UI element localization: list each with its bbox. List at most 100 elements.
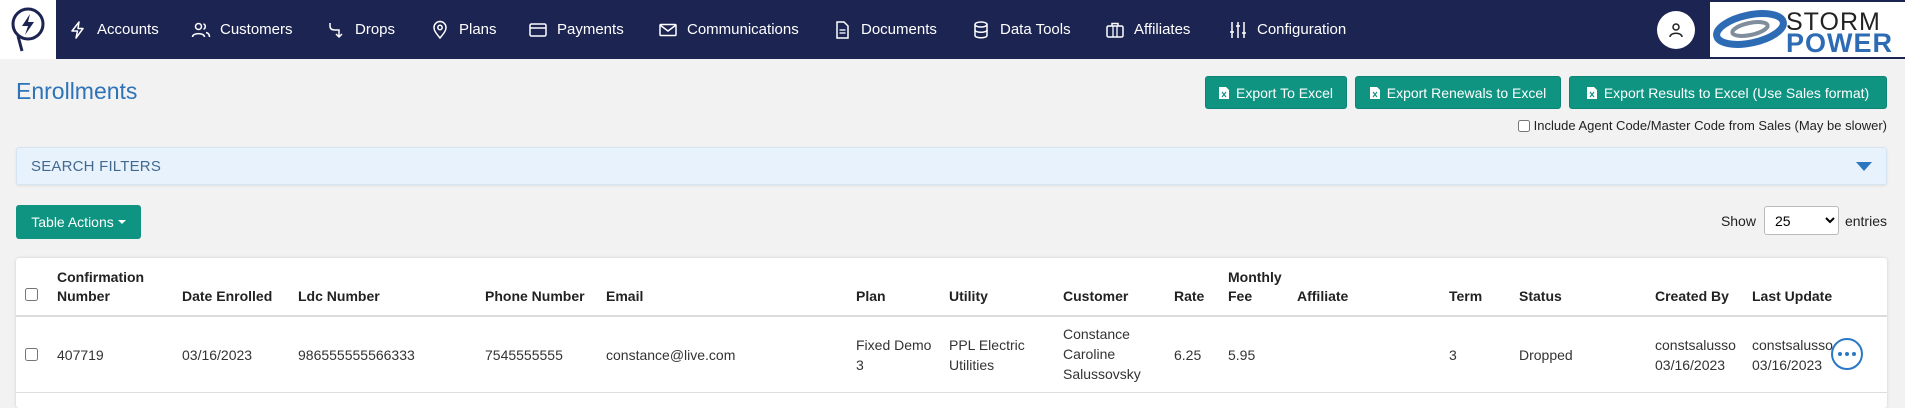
entries-label: entries bbox=[1844, 212, 1887, 229]
header-customer[interactable]: Customer bbox=[1063, 287, 1128, 306]
cell-email: constance@live.com bbox=[606, 347, 736, 363]
page-title: Enrollments bbox=[16, 78, 138, 104]
cell-monthly-fee: 5.95 bbox=[1228, 347, 1256, 363]
include-agent-code-label: Include Agent Code/Master Code from Sale… bbox=[1533, 118, 1887, 133]
more-dot-icon bbox=[1845, 352, 1849, 356]
nav-plans-label: Plans bbox=[459, 21, 497, 38]
cell-ldc-number: 986555555566333 bbox=[298, 347, 415, 363]
row-actions-button[interactable] bbox=[1831, 338, 1863, 370]
nav-affiliates[interactable]: Affiliates bbox=[1105, 0, 1190, 59]
users-icon bbox=[191, 22, 211, 37]
header-ldc-number[interactable]: Ldc Number bbox=[298, 287, 380, 306]
nav-affiliates-label: Affiliates bbox=[1134, 21, 1191, 38]
nav-configuration[interactable]: Configuration bbox=[1228, 0, 1346, 59]
cell-created-by-user: constsalusso bbox=[1655, 337, 1736, 353]
credit-card-icon bbox=[529, 22, 547, 37]
more-dot-icon bbox=[1852, 352, 1856, 356]
header-monthly-fee[interactable]: Monthly Fee bbox=[1228, 268, 1288, 306]
brand-logo: STORM POWER bbox=[1710, 2, 1905, 58]
row-divider bbox=[16, 392, 1887, 393]
show-label: Show bbox=[1720, 212, 1756, 229]
row-checkbox[interactable] bbox=[25, 348, 38, 361]
nav-data-tools-label: Data Tools bbox=[1000, 21, 1071, 38]
nav-accounts[interactable]: Accounts bbox=[68, 0, 159, 59]
table-actions-label: Table Actions bbox=[31, 214, 114, 230]
header-phone-number[interactable]: Phone Number bbox=[485, 287, 585, 306]
sliders-icon bbox=[1230, 21, 1246, 38]
user-icon bbox=[1669, 23, 1683, 38]
enrollments-table: Confirmation Number Date Enrolled Ldc Nu… bbox=[16, 258, 1887, 408]
more-dot-icon bbox=[1838, 352, 1842, 356]
header-status[interactable]: Status bbox=[1519, 287, 1562, 306]
nav-configuration-label: Configuration bbox=[1257, 21, 1347, 38]
nav-payments[interactable]: Payments bbox=[528, 0, 624, 59]
caret-down-icon bbox=[1856, 162, 1872, 171]
storm-swirl-icon bbox=[1713, 10, 1787, 48]
include-agent-code-option[interactable]: Include Agent Code/Master Code from Sale… bbox=[1517, 118, 1887, 133]
cell-plan: Fixed Demo 3 bbox=[856, 337, 932, 373]
page-size-select[interactable]: 25 bbox=[1763, 206, 1839, 235]
app-logo[interactable] bbox=[0, 0, 56, 59]
document-icon bbox=[836, 20, 849, 39]
map-pin-icon bbox=[433, 20, 447, 39]
header-confirmation-number[interactable]: Confirmation Number bbox=[57, 268, 157, 306]
export-results-button[interactable]: Export Results to Excel (Use Sales forma… bbox=[1569, 76, 1887, 109]
table-actions-button[interactable]: Table Actions bbox=[16, 205, 141, 239]
cell-status: Dropped bbox=[1519, 347, 1573, 363]
cell-confirmation-number[interactable]: 407719 bbox=[57, 345, 104, 365]
header-email[interactable]: Email bbox=[606, 287, 643, 306]
cell-term: 3 bbox=[1449, 347, 1457, 363]
nav-communications[interactable]: Communications bbox=[658, 0, 799, 59]
header-rate[interactable]: Rate bbox=[1174, 287, 1204, 306]
lightning-icon bbox=[71, 20, 84, 39]
search-filters-panel[interactable]: SEARCH FILTERS bbox=[16, 147, 1887, 185]
header-affiliate[interactable]: Affiliate bbox=[1297, 287, 1348, 306]
caret-down-icon bbox=[117, 220, 126, 224]
nav-communications-label: Communications bbox=[687, 21, 799, 38]
user-menu-button[interactable] bbox=[1657, 11, 1695, 49]
export-to-excel-label: Export To Excel bbox=[1235, 84, 1333, 101]
select-all-checkbox[interactable] bbox=[25, 288, 38, 301]
cell-created-by-date: 03/16/2023 bbox=[1655, 357, 1726, 373]
nav-data-tools[interactable]: Data Tools bbox=[971, 0, 1071, 59]
nav-documents[interactable]: Documents bbox=[832, 0, 937, 59]
top-navbar: Accounts Customers Drops Plans Payments … bbox=[0, 0, 1905, 59]
include-agent-code-checkbox[interactable] bbox=[1517, 119, 1530, 132]
cell-customer: Constance Caroline Salussovsky bbox=[1063, 326, 1141, 382]
nav-customers[interactable]: Customers bbox=[191, 0, 293, 59]
nav-plans[interactable]: Plans bbox=[430, 0, 497, 59]
brand-power-text: POWER bbox=[1786, 28, 1894, 58]
header-utility[interactable]: Utility bbox=[949, 287, 988, 306]
cell-last-update-user: constsalusso bbox=[1752, 337, 1833, 353]
header-plan[interactable]: Plan bbox=[856, 287, 886, 306]
nav-documents-label: Documents bbox=[861, 21, 937, 38]
header-created-by[interactable]: Created By bbox=[1655, 287, 1729, 306]
header-term[interactable]: Term bbox=[1449, 287, 1482, 306]
export-to-excel-button[interactable]: Export To Excel bbox=[1205, 76, 1347, 109]
arrow-turn-down-icon bbox=[329, 22, 343, 38]
nav-drops[interactable]: Drops bbox=[326, 0, 395, 59]
nav-drops-label: Drops bbox=[355, 21, 396, 38]
briefcase-icon bbox=[1106, 22, 1124, 38]
header-date-enrolled[interactable]: Date Enrolled bbox=[182, 287, 272, 306]
page-size-control: Show 25 entries bbox=[1721, 206, 1887, 235]
cell-phone-number: 7545555555 bbox=[485, 347, 563, 363]
export-renewals-button[interactable]: Export Renewals to Excel bbox=[1355, 76, 1561, 109]
cell-rate: 6.25 bbox=[1174, 347, 1202, 363]
export-renewals-label: Export Renewals to Excel bbox=[1386, 84, 1547, 101]
database-icon bbox=[974, 20, 988, 38]
nav-accounts-label: Accounts bbox=[97, 21, 159, 38]
nav-customers-label: Customers bbox=[220, 21, 293, 38]
export-results-label: Export Results to Excel (Use Sales forma… bbox=[1603, 84, 1870, 101]
header-divider bbox=[16, 315, 1887, 317]
header-last-update[interactable]: Last Update bbox=[1752, 287, 1832, 306]
envelope-icon bbox=[659, 23, 677, 36]
search-filters-label: SEARCH FILTERS bbox=[31, 158, 162, 175]
cell-date-enrolled: 03/16/2023 bbox=[182, 347, 253, 363]
file-excel-icon bbox=[1218, 86, 1229, 99]
file-excel-icon bbox=[1369, 86, 1380, 99]
cell-last-update-date: 03/16/2023 bbox=[1752, 357, 1823, 373]
app-logo-icon bbox=[11, 7, 45, 51]
cell-utility: PPL Electric Utilities bbox=[949, 337, 1025, 373]
nav-payments-label: Payments bbox=[557, 21, 624, 38]
